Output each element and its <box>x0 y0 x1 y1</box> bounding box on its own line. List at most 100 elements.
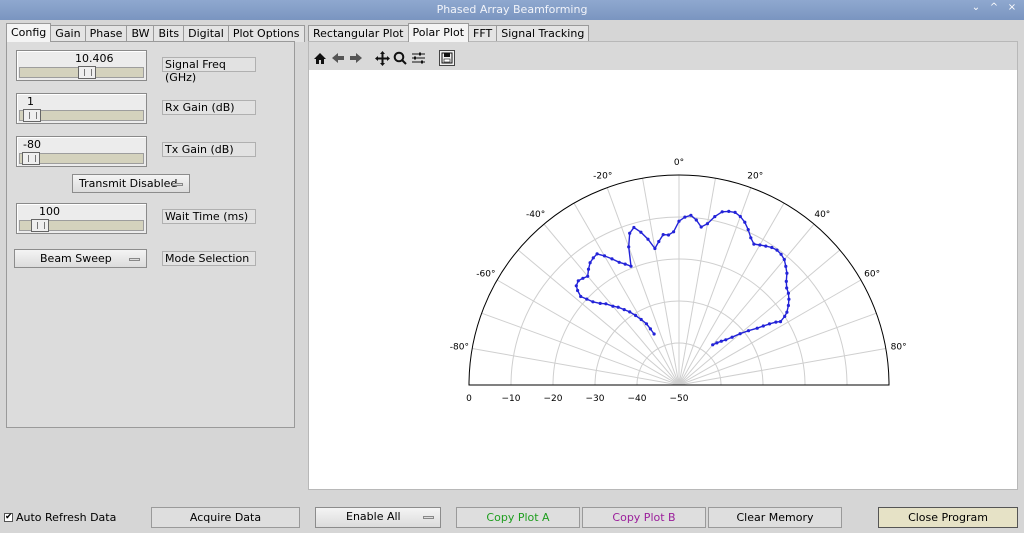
beam-pattern-point <box>576 288 580 293</box>
beam-pattern-point <box>786 303 790 308</box>
home-icon[interactable] <box>312 50 328 66</box>
beam-pattern-point <box>639 317 643 322</box>
forward-arrow-icon[interactable] <box>348 50 364 66</box>
tab-signal-tracking[interactable]: Signal Tracking <box>496 25 590 42</box>
tab-polar-plot[interactable]: Polar Plot <box>407 23 470 42</box>
wait-time-label: Wait Time (ms) <box>162 209 256 224</box>
beam-pattern-point <box>738 214 742 219</box>
beam-pattern-point <box>746 329 751 333</box>
beam-pattern-point <box>689 213 693 217</box>
rx-gain-thumb[interactable] <box>23 109 41 122</box>
zoom-icon[interactable] <box>392 50 408 66</box>
tx-gain-value: -80 <box>23 138 41 151</box>
acquire-data-button[interactable]: Acquire Data <box>151 507 300 528</box>
tx-gain-thumb[interactable] <box>22 152 40 165</box>
tab-rectangular-plot[interactable]: Rectangular Plot <box>308 25 409 42</box>
beam-pattern-point <box>628 231 632 235</box>
close-window-icon[interactable]: × <box>1006 2 1018 13</box>
close-program-button[interactable]: Close Program <box>878 507 1018 528</box>
r-tick-label: −20 <box>544 394 563 404</box>
beam-pattern-point <box>784 264 788 268</box>
r-tick-label: −30 <box>586 394 605 404</box>
signal-freq-track[interactable] <box>19 66 144 79</box>
tab-digital[interactable]: Digital <box>183 25 229 42</box>
beam-pattern-point <box>782 257 786 262</box>
beam-pattern-point <box>598 301 602 305</box>
beam-pattern-point <box>761 324 765 328</box>
tab-config[interactable]: Config <box>6 23 52 42</box>
transmit-dropdown[interactable]: Transmit Disabled <box>72 174 190 193</box>
beam-pattern-point <box>720 210 724 214</box>
tab-gain[interactable]: Gain <box>50 25 86 42</box>
enable-all-dropdown-value: Enable All <box>346 510 401 523</box>
beam-pattern-line <box>575 210 790 346</box>
wait-time-slider[interactable]: 100 <box>16 203 147 234</box>
save-icon[interactable] <box>439 50 455 66</box>
beam-pattern-point <box>672 230 676 234</box>
tab-bits[interactable]: Bits <box>153 25 185 42</box>
mode-dropdown[interactable]: Beam Sweep <box>14 249 147 268</box>
theta-tick-label: 40° <box>814 210 830 220</box>
configure-subplots-icon[interactable] <box>410 50 426 66</box>
beam-pattern-point <box>588 261 592 265</box>
beam-pattern-point <box>579 294 583 299</box>
auto-refresh-checkbox[interactable]: ✔ <box>4 513 13 522</box>
polar-chart: -80° -60° -40° -20° 0° 20° 40° 60° 80° 0 −10 −20 −30… <box>450 158 907 404</box>
tab-phase[interactable]: Phase <box>84 25 128 42</box>
theta-tick-label: -60° <box>476 270 495 280</box>
signal-freq-thumb[interactable] <box>78 66 96 79</box>
r-tick-label: −40 <box>628 394 647 404</box>
theta-tick-label: 0° <box>674 158 684 168</box>
beam-pattern-point <box>677 219 681 223</box>
beam-pattern-point <box>683 215 687 219</box>
beam-pattern-point <box>713 215 717 219</box>
beam-pattern-point <box>719 339 723 343</box>
copy-plot-a-button[interactable]: Copy Plot A <box>456 507 580 528</box>
auto-refresh-label: Auto Refresh Data <box>16 511 117 524</box>
transmit-dropdown-value: Transmit Disabled <box>79 177 178 190</box>
tab-plot-options[interactable]: Plot Options <box>227 25 305 42</box>
dropdown-arrow-icon <box>129 258 140 261</box>
beam-pattern-point <box>595 252 599 256</box>
wait-time-track[interactable] <box>19 219 144 232</box>
beam-pattern-point <box>581 276 585 280</box>
maximize-icon[interactable]: ^ <box>988 2 1000 13</box>
back-arrow-icon[interactable] <box>330 50 346 66</box>
beam-pattern-point <box>785 271 789 275</box>
beam-pattern-point <box>778 320 783 324</box>
signal-freq-value: 10.406 <box>75 52 114 65</box>
minimize-icon[interactable]: ⌄ <box>970 2 982 13</box>
beam-pattern-point <box>786 291 790 295</box>
beam-pattern-point <box>586 267 591 271</box>
tx-gain-track[interactable] <box>19 152 144 165</box>
enable-all-dropdown[interactable]: Enable All <box>315 507 441 528</box>
copy-plot-b-button[interactable]: Copy Plot B <box>582 507 706 528</box>
tx-gain-slider[interactable]: -80 <box>16 136 147 167</box>
rx-gain-slider[interactable]: 1 <box>16 93 147 124</box>
theta-tick-label: 80° <box>891 342 907 352</box>
theta-tick-label: -20° <box>593 171 612 181</box>
beam-pattern-point <box>622 308 626 312</box>
rx-gain-label: Rx Gain (dB) <box>162 100 256 115</box>
mode-dropdown-value: Beam Sweep <box>40 252 112 265</box>
rx-gain-track[interactable] <box>19 109 144 122</box>
mode-selection-label: Mode Selection <box>162 251 256 266</box>
beam-pattern-point <box>694 218 698 222</box>
wait-time-thumb[interactable] <box>31 219 49 232</box>
beam-pattern-point <box>585 297 589 301</box>
beam-pattern-point <box>727 209 731 213</box>
beam-pattern-point <box>752 242 756 246</box>
signal-freq-slider[interactable]: 10.406 <box>16 50 147 81</box>
tab-fft[interactable]: FFT <box>468 25 498 42</box>
pan-icon[interactable] <box>374 50 390 66</box>
window-title: Phased Array Beamforming <box>436 3 588 16</box>
theta-tick-label: -80° <box>450 342 469 352</box>
theta-tick-label: -40° <box>526 210 545 220</box>
theta-tick-label: 60° <box>864 270 880 280</box>
beam-pattern-point <box>616 305 620 309</box>
beam-pattern-point <box>602 254 607 258</box>
tab-bw[interactable]: BW <box>126 25 155 42</box>
clear-memory-button[interactable]: Clear Memory <box>708 507 842 528</box>
beam-pattern-point <box>666 233 671 237</box>
theta-tick-label: 20° <box>747 171 763 181</box>
